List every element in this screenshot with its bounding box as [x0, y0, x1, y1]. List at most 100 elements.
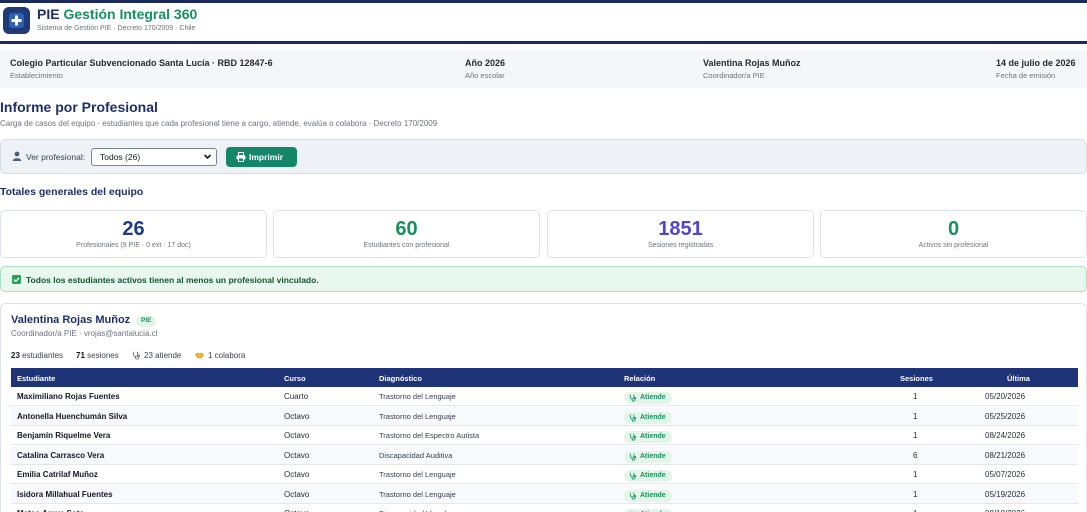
cell-sessions: 1 — [913, 392, 918, 401]
col-header-course: Curso — [284, 374, 306, 383]
sessions-count: 71 — [76, 351, 85, 360]
stat-card-students: 60 Estudiantes con profesional — [273, 210, 540, 258]
header-divider — [0, 41, 1087, 44]
relation-badge: Atiende — [624, 411, 672, 424]
app-title: PIE Gestión Integral 360 — [37, 6, 197, 22]
cell-last-date: 08/24/2026 — [985, 431, 1026, 440]
stat-sessions: 71 sesiones — [76, 351, 119, 360]
sessions-label: sesiones — [87, 351, 119, 360]
cell-sessions: 1 — [913, 489, 918, 499]
cell-last-date: 05/19/2026 — [985, 489, 1026, 499]
cell-course: Octavo — [284, 450, 310, 460]
date-info: 14 de julio de 2026 Fecha de emisión — [996, 58, 1076, 80]
cell-course: Cuarto — [284, 392, 309, 401]
stat-unassigned-value: 0 — [947, 218, 960, 240]
professional-card: Valentina Rojas Muñoz PIE Coordinador/a … — [0, 303, 1087, 512]
stat-card-professionals: 26 Profesionales (9 PIE · 0 ext · 17 doc… — [0, 210, 267, 258]
stethoscope-icon — [629, 453, 637, 461]
stat-card-sessions: 1851 Sesiones registradas — [547, 210, 814, 258]
chevron-down-icon — [203, 154, 212, 160]
alert-message: Todos los estudiantes activos tienen al … — [26, 275, 319, 285]
stat-students-label: Estudiantes con profesional — [363, 242, 450, 249]
table-row[interactable]: Catalina Carrasco Vera Octavo Discapacidad… — [11, 445, 1078, 465]
cell-sessions: 1 — [913, 431, 918, 440]
stat-unassigned-label: Activos sin profesional — [918, 242, 989, 249]
collab-count: 1 colabora — [208, 351, 246, 360]
app-title-main: PIE — [37, 6, 64, 22]
relation-badge: Atiende — [624, 470, 672, 482]
stat-card-unassigned: 0 Activos sin profesional — [820, 210, 1087, 258]
table-row[interactable]: Benjamín Riquelme Vera Octavo Trastorno de… — [11, 426, 1078, 445]
relation-label: Atiende — [640, 452, 666, 460]
table-row[interactable]: Mateo Araya SotoOctavoDiscapacidad Visua… — [11, 504, 1078, 512]
print-button-label: Imprimir — [249, 152, 284, 162]
cell-last-date: 08/21/2026 — [985, 450, 1026, 460]
stat-professionals-value: 26 — [122, 218, 145, 240]
school-year: Año 2026 — [465, 58, 506, 68]
stethoscope-icon — [629, 492, 637, 500]
cell-diagnosis: Discapacidad Auditiva — [379, 450, 453, 460]
cell-student: Benjamín Riquelme Vera — [17, 431, 111, 440]
stethoscope-icon — [629, 414, 637, 422]
cell-course: Octavo — [284, 489, 310, 499]
school-info: Colegio Particular Subvencionado Santa L… — [10, 58, 273, 80]
attends-count: 23 atiende — [144, 351, 182, 360]
issue-date-label: Fecha de emisión — [996, 71, 1056, 80]
relation-label: Atiende — [640, 413, 666, 421]
page-title: Informe por Profesional — [0, 99, 158, 115]
cell-sessions: 1 — [913, 411, 918, 421]
relation-badge: Atiende — [624, 431, 672, 443]
students-count: 23 — [11, 351, 20, 360]
professional-name: Valentina Rojas Muñoz — [11, 314, 131, 326]
totals-title: Totales generales del equipo — [0, 186, 144, 198]
students-label: estudiantes — [22, 351, 64, 360]
relation-label: Atiende — [640, 394, 666, 401]
stethoscope-icon — [629, 433, 637, 441]
school-year-label: Año escolar — [465, 71, 505, 80]
professional-type-badge: PIE — [136, 316, 157, 327]
cell-sessions: 1 — [913, 470, 918, 479]
professional-subtitle: Coordinador/a PIE · vrojas@santalucia.cl — [11, 329, 158, 338]
cell-diagnosis: Trastorno del Espectro Autista — [379, 431, 480, 440]
col-header-relation: Relación — [624, 374, 656, 383]
success-alert: Todos los estudiantes activos tienen al … — [0, 266, 1087, 292]
coordinator-label: Coordinador/a PIE — [703, 71, 765, 80]
table-row[interactable]: Maximiliano Rojas Fuentes Cuarto Trastorno… — [11, 387, 1078, 406]
table-row[interactable]: Emilia Catrilaf Muñoz Octavo Trastorno del… — [11, 465, 1078, 484]
table-row[interactable]: Isidora Millahual Fuentes Octavo Trastorno… — [11, 484, 1078, 504]
cell-course: Octavo — [284, 431, 310, 440]
col-header-diagnosis: Diagnóstico — [379, 374, 422, 383]
filter-label: Ver profesional: — [26, 152, 86, 162]
app-subtitle: Sistema de Gestión PIE · Decreto 170/200… — [37, 25, 196, 32]
professional-select[interactable]: Todos (26) — [91, 148, 217, 166]
printer-icon — [236, 152, 246, 162]
app-title-accent: Gestión Integral 360 — [63, 6, 198, 22]
cell-student: Antonella Huenchumán Silva — [17, 411, 128, 421]
issue-date: 14 de julio de 2026 — [996, 58, 1076, 68]
relation-label: Atiende — [640, 491, 666, 499]
app-header: PIE Gestión Integral 360 Sistema de Gest… — [0, 3, 1087, 41]
cell-course: Octavo — [284, 470, 310, 479]
stat-professionals-label: Profesionales (9 PIE · 0 ext · 17 doc) — [76, 242, 191, 249]
stat-students-value: 60 — [395, 218, 418, 240]
print-button[interactable]: Imprimir — [226, 147, 297, 167]
relation-label: Atiende — [640, 433, 666, 440]
app-logo — [3, 7, 30, 34]
table-row[interactable]: Antonella Huenchumán Silva Octavo Trastorn… — [11, 406, 1078, 426]
cell-last-date: 05/20/2026 — [985, 392, 1026, 401]
professional-select-value: Todos (26) — [100, 152, 141, 162]
cell-sessions: 6 — [913, 450, 918, 460]
stethoscope-icon — [629, 394, 637, 402]
handshake-icon — [195, 352, 204, 359]
col-header-student: Estudiante — [17, 374, 56, 383]
relation-label: Atiende — [640, 472, 666, 479]
cell-student: Catalina Carrasco Vera — [17, 450, 105, 460]
school-name: Colegio Particular Subvencionado Santa L… — [10, 58, 273, 68]
plus-icon — [9, 13, 24, 28]
stat-students: 23 estudiantes — [11, 351, 63, 360]
cell-student: Maximiliano Rojas Fuentes — [17, 392, 120, 401]
stat-sessions-label: Sesiones registradas — [647, 242, 714, 249]
cell-diagnosis: Trastorno del Lenguaje — [379, 392, 456, 401]
cell-course: Octavo — [284, 411, 310, 421]
school-label: Establecimiento — [10, 71, 63, 80]
